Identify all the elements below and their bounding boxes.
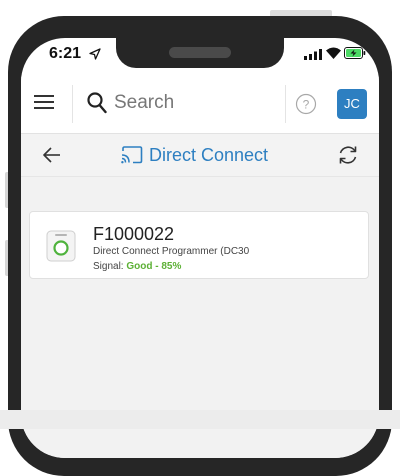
page-title: Direct Connect [149, 144, 269, 165]
divider [285, 85, 286, 123]
user-avatar-button[interactable]: JC [337, 89, 367, 119]
divider [72, 85, 73, 123]
phone-screen: 6:21 Search ? JC Direct Connect F1000022… [21, 38, 379, 458]
page-title-group: Direct Connect [121, 144, 268, 166]
wifi-icon [326, 47, 341, 59]
device-programmer-icon [46, 230, 76, 262]
location-arrow-icon [89, 48, 101, 60]
svg-text:?: ? [303, 98, 310, 112]
status-time: 6:21 [49, 45, 82, 62]
device-list-item[interactable]: F1000022 Direct Connect Programmer (DC30… [29, 211, 369, 279]
device-description: Direct Connect Programmer (DC30 [93, 246, 250, 257]
help-icon[interactable]: ? [295, 93, 317, 115]
cellular-signal-icon [304, 49, 322, 60]
cast-icon [121, 146, 143, 164]
hamburger-menu-icon[interactable] [34, 94, 54, 110]
back-arrow-icon[interactable] [43, 147, 61, 163]
app-bar: ? JC [21, 75, 379, 134]
search-icon [87, 92, 107, 114]
bottom-fade-bar [0, 410, 400, 429]
signal-label: Signal: [93, 261, 124, 272]
phone-notch [116, 38, 284, 68]
sub-header: Direct Connect [21, 134, 379, 177]
refresh-icon[interactable] [337, 145, 359, 165]
phone-speaker [169, 47, 231, 58]
search-input[interactable] [114, 89, 254, 117]
device-name: F1000022 [93, 224, 175, 244]
phone-frame: 6:21 Search ? JC Direct Connect F1000022… [8, 16, 392, 476]
signal-value: Good - 85% [126, 261, 182, 272]
battery-charging-icon [344, 47, 366, 59]
device-signal: Signal: Good - 85% [93, 261, 181, 272]
